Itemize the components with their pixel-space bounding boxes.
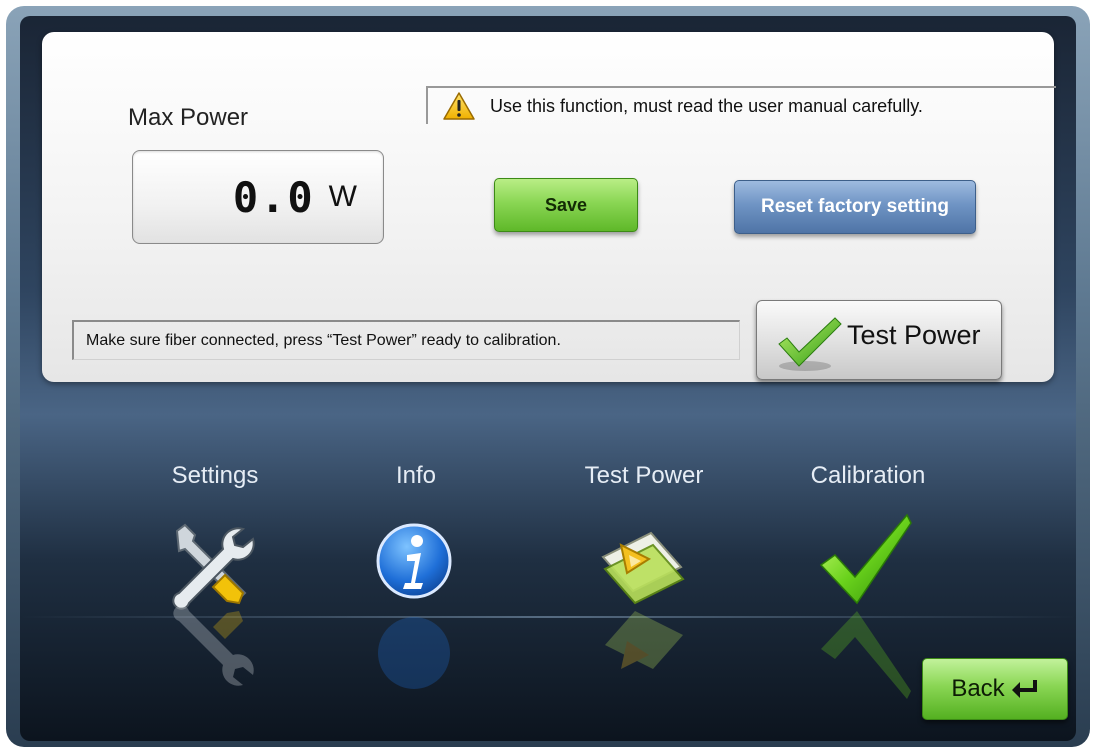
info-icon bbox=[376, 523, 452, 599]
screen: Max Power 0.0 W Use this function, must … bbox=[20, 16, 1076, 741]
max-power-unit: W bbox=[328, 180, 357, 213]
back-label: Back bbox=[951, 675, 1005, 702]
max-power-display[interactable]: 0.0 W bbox=[132, 150, 384, 244]
check-icon bbox=[819, 513, 912, 605]
save-button[interactable]: Save bbox=[494, 178, 638, 232]
reset-factory-button[interactable]: Reset factory setting bbox=[734, 180, 976, 234]
nav-settings-label: Settings bbox=[171, 462, 259, 489]
nav-settings-button[interactable] bbox=[155, 511, 265, 686]
warning-message: Use this function, must read the user ma… bbox=[426, 86, 1056, 124]
check-icon-reflection bbox=[821, 611, 911, 699]
back-button[interactable]: Back bbox=[922, 658, 1068, 720]
test-power-button[interactable]: Test Power bbox=[756, 300, 1002, 380]
ruler-triangle-icon-reflection bbox=[605, 611, 683, 669]
warning-icon bbox=[443, 92, 475, 120]
calibration-panel: Max Power 0.0 W Use this function, must … bbox=[42, 32, 1056, 382]
tools-icon bbox=[172, 523, 255, 610]
nav-info-label: Info bbox=[395, 462, 437, 489]
device-bezel: Max Power 0.0 W Use this function, must … bbox=[6, 6, 1090, 747]
tools-icon-reflection bbox=[173, 605, 254, 686]
check-icon bbox=[778, 317, 842, 371]
warning-text: Use this function, must read the user ma… bbox=[490, 95, 923, 116]
max-power-value: 0.0 bbox=[232, 172, 315, 222]
nav-test-power-label: Test Power bbox=[584, 462, 704, 489]
test-power-label: Test Power bbox=[847, 319, 981, 350]
info-icon-reflection bbox=[378, 617, 450, 689]
nav-calibration-label: Calibration bbox=[810, 462, 926, 489]
max-power-label: Max Power bbox=[128, 104, 249, 131]
nav-calibration-button[interactable] bbox=[811, 511, 921, 699]
hint-message: Make sure fiber connected, press “Test P… bbox=[72, 320, 740, 360]
ruler-triangle-icon bbox=[601, 531, 685, 605]
return-arrow-icon bbox=[1011, 680, 1037, 698]
nav-test-power-button[interactable] bbox=[587, 511, 697, 669]
nav-info-button[interactable] bbox=[359, 511, 469, 689]
